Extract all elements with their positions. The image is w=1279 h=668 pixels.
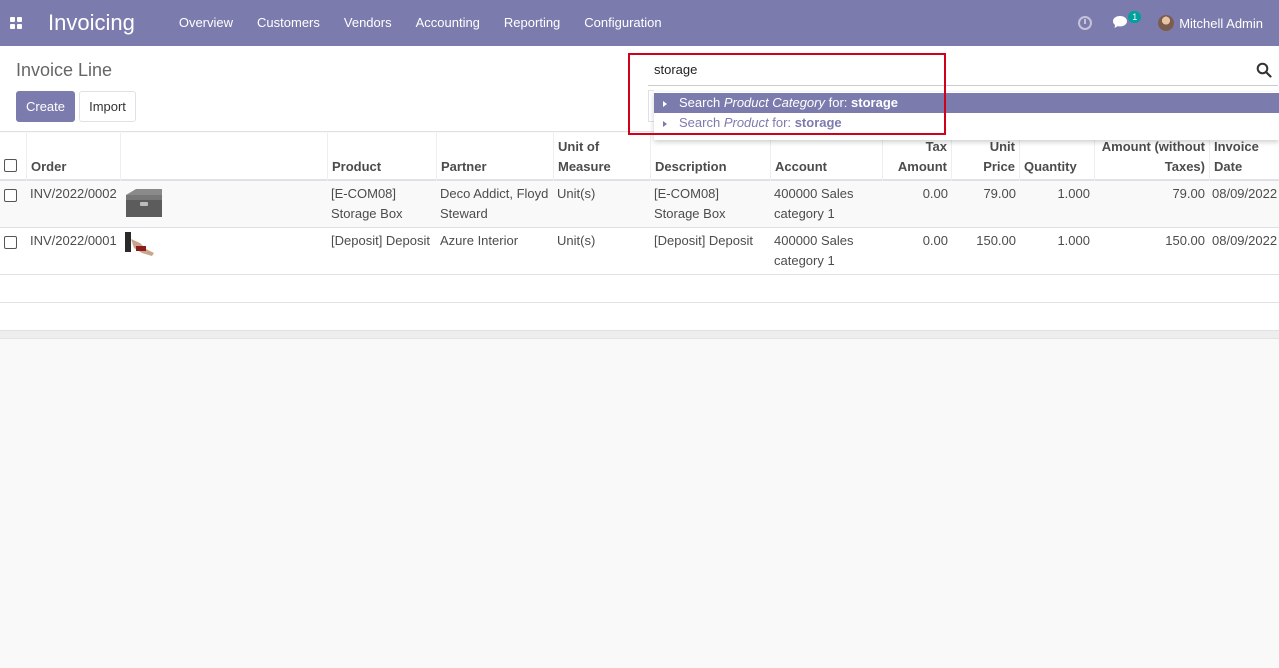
menu-overview[interactable]: Overview: [173, 0, 245, 46]
storage-box-image: [126, 189, 162, 217]
cell-uom: Unit(s): [557, 233, 596, 248]
cell-unit-price: 150.00: [976, 233, 1016, 248]
select-all-checkbox[interactable]: [4, 159, 17, 172]
app-title: Invoicing: [48, 10, 135, 35]
menu-vendors[interactable]: Vendors: [332, 0, 404, 46]
create-button[interactable]: Create: [16, 91, 75, 122]
search-bar: [648, 56, 1278, 86]
empty-row: [0, 275, 1279, 303]
chat-badge: 1: [1128, 11, 1142, 23]
cell-order: INV/2022/0001: [30, 233, 117, 248]
menu-customers[interactable]: Customers: [245, 0, 332, 46]
table-footer: [0, 331, 1279, 339]
menu-reporting[interactable]: Reporting: [492, 0, 572, 46]
row-checkbox[interactable]: [4, 189, 17, 202]
col-product[interactable]: Product: [328, 133, 437, 181]
deposit-product-image: [125, 232, 154, 256]
search-autocomplete: Search Product Category for: storage Sea…: [654, 92, 1279, 140]
cell-unit-price: 79.00: [983, 186, 1016, 201]
navbar-right: 1 Mitchell Admin: [1078, 0, 1279, 46]
menu-configuration[interactable]: Configuration: [572, 0, 673, 46]
cell-order: INV/2022/0002: [30, 186, 117, 201]
cell-uom: Unit(s): [557, 186, 596, 201]
col-amount-untaxed[interactable]: Amount (without Taxes): [1095, 133, 1210, 181]
cell-invoice-date: 08/09/2022: [1212, 233, 1278, 248]
table-header: Order Product Partner Unit of Measure De…: [0, 133, 1279, 181]
col-description[interactable]: Description: [651, 133, 771, 181]
cell-amount: 150.00: [1165, 233, 1205, 248]
table-row[interactable]: INV/2022/0001 [Deposit] Deposit Azure In…: [0, 228, 1279, 275]
expand-caret-icon[interactable]: [663, 101, 667, 107]
cell-account: 400000 Sales category 1: [774, 186, 854, 221]
search-input[interactable]: [654, 62, 1234, 77]
search-icon[interactable]: [1256, 62, 1272, 78]
messaging-chat-icon[interactable]: 1: [1112, 11, 1142, 33]
activity-clock-icon[interactable]: [1078, 16, 1093, 30]
suggestion-product-category[interactable]: Search Product Category for: storage: [654, 93, 1279, 113]
cell-partner: Azure Interior: [440, 233, 519, 248]
cell-quantity: 1.000: [1057, 233, 1090, 248]
col-partner[interactable]: Partner: [437, 133, 554, 181]
user-avatar[interactable]: [1158, 15, 1175, 31]
main-menu: Overview Customers Vendors Accounting Re…: [173, 0, 674, 46]
col-image[interactable]: [121, 133, 328, 181]
col-unit-price[interactable]: Unit Price: [952, 133, 1020, 181]
col-invoice-date[interactable]: Invoice Date: [1210, 133, 1279, 181]
page-title: Invoice Line: [16, 60, 113, 80]
table-row[interactable]: INV/2022/0002 [E-COM08] Storage Box Deco…: [0, 181, 1279, 228]
menu-accounting[interactable]: Accounting: [404, 0, 492, 46]
cell-amount: 79.00: [1172, 186, 1205, 201]
top-navbar: Invoicing Overview Customers Vendors Acc…: [0, 0, 1279, 46]
import-button[interactable]: Import: [79, 91, 136, 122]
cell-partner: Deco Addict, Floyd Steward: [440, 186, 549, 221]
col-tax-amount[interactable]: Tax Amount: [883, 133, 952, 181]
cell-description: [E-COM08] Storage Box: [654, 186, 726, 221]
cell-product: [E-COM08] Storage Box: [331, 186, 403, 221]
row-checkbox[interactable]: [4, 236, 17, 249]
cell-account: 400000 Sales category 1: [774, 233, 854, 268]
empty-row: [0, 303, 1279, 331]
cell-invoice-date: 08/09/2022: [1212, 186, 1278, 201]
col-account[interactable]: Account: [771, 133, 883, 181]
cell-tax-amount: 0.00: [922, 186, 948, 201]
user-name[interactable]: Mitchell Admin: [1179, 16, 1263, 31]
invoice-lines-table: Order Product Partner Unit of Measure De…: [0, 133, 1279, 339]
expand-caret-icon[interactable]: [663, 121, 667, 127]
col-uom[interactable]: Unit of Measure: [554, 133, 651, 181]
cell-product: [Deposit] Deposit: [331, 233, 430, 248]
cell-quantity: 1.000: [1057, 186, 1090, 201]
cell-tax-amount: 0.00: [922, 233, 948, 248]
col-quantity[interactable]: Quantity: [1020, 133, 1095, 181]
select-all-cell: [0, 133, 27, 181]
apps-menu-icon[interactable]: [0, 0, 32, 46]
col-order[interactable]: Order: [27, 133, 121, 181]
suggestion-product[interactable]: Search Product for: storage: [654, 113, 1279, 133]
cell-description: [Deposit] Deposit: [654, 233, 753, 248]
